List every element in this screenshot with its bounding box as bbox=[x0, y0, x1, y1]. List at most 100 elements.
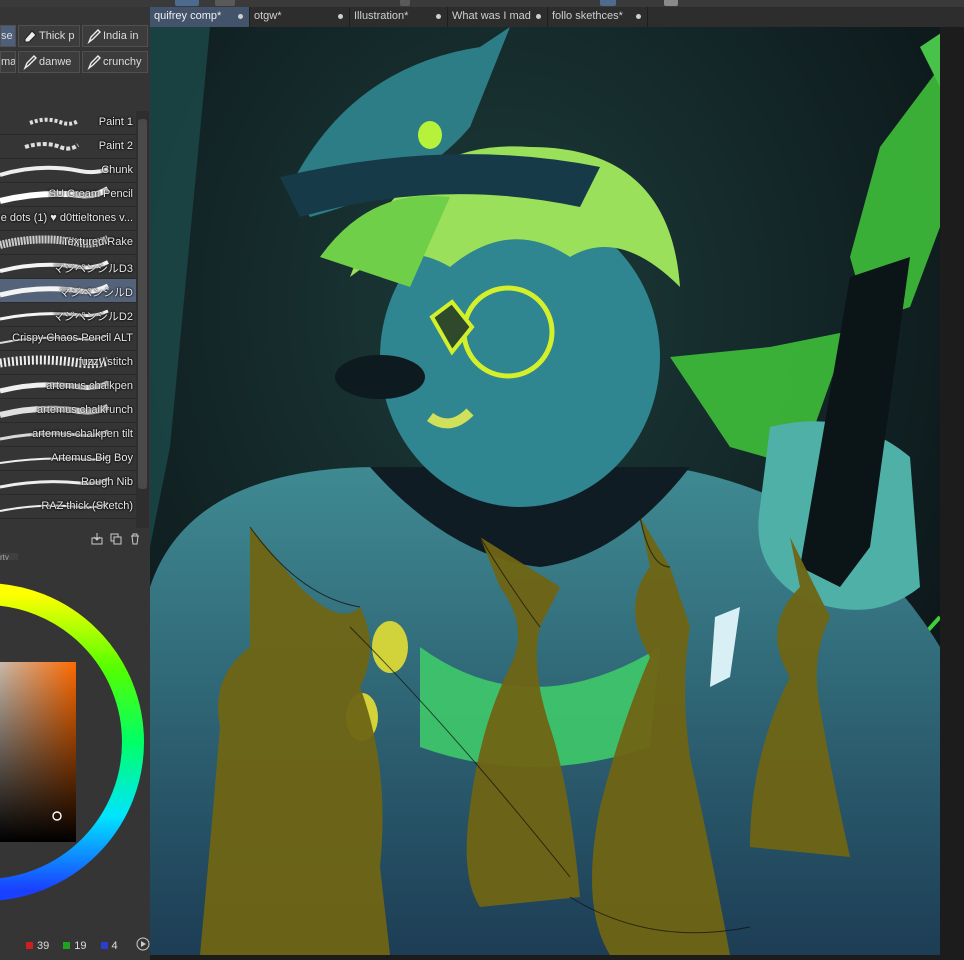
coat-button bbox=[372, 621, 408, 673]
tool-row-2: mai danwe crunchy bbox=[0, 51, 150, 75]
tool-button-label: Thick p bbox=[39, 30, 75, 42]
tab-quifrey-comp[interactable]: quifrey comp* bbox=[150, 7, 250, 27]
document-tabs: quifrey comp* otgw* Illustration* What w… bbox=[150, 7, 964, 27]
pen-icon bbox=[85, 27, 103, 45]
scrollbar-thumb[interactable] bbox=[138, 119, 147, 489]
brush-item[interactable]: マジペンシルD bbox=[0, 279, 136, 303]
toolbar-button-2[interactable] bbox=[215, 0, 235, 6]
brush-list: Paint 1 Paint 2 Chunk SU Cream Pencil e … bbox=[0, 111, 136, 528]
close-dot-icon[interactable] bbox=[338, 14, 343, 19]
tool-button-crunchy[interactable]: crunchy bbox=[82, 51, 148, 73]
brush-item[interactable]: RAZ thick (Sketch) bbox=[0, 495, 136, 519]
tool-button-danwe[interactable]: danwe bbox=[18, 51, 80, 73]
color-panel bbox=[0, 560, 150, 960]
green-swatch bbox=[63, 942, 71, 949]
brush-label: Chunk bbox=[101, 164, 133, 176]
brush-item[interactable]: SU Cream Pencil bbox=[0, 183, 136, 207]
brush-item[interactable]: artemus chalkpen bbox=[0, 375, 136, 399]
close-dot-icon[interactable] bbox=[238, 14, 243, 19]
close-dot-icon[interactable] bbox=[436, 14, 441, 19]
brush-item[interactable]: マジペンシルD3 bbox=[0, 255, 136, 279]
tab-follo-skethces[interactable]: follo skethces* bbox=[548, 7, 648, 27]
trash-icon[interactable] bbox=[128, 532, 142, 546]
brush-item[interactable]: マジペンシルD2 bbox=[0, 303, 136, 327]
eyepatch bbox=[335, 355, 425, 399]
brush-item[interactable]: artemus chalkrunch bbox=[0, 399, 136, 423]
brush-item[interactable]: Artemus Big Boy bbox=[0, 447, 136, 471]
brush-label: artemus chalkpen bbox=[46, 380, 133, 392]
pen-icon bbox=[85, 53, 103, 71]
brush-label: artemus chalkpen tilt bbox=[32, 428, 133, 440]
tool-button-label: crunchy bbox=[103, 56, 142, 68]
tab-what-was-i-mad[interactable]: What was I mad bbox=[448, 7, 548, 27]
brush-item[interactable]: Textured Rake bbox=[0, 231, 136, 255]
duplicate-icon[interactable] bbox=[109, 532, 123, 546]
tab-illustration[interactable]: Illustration* bbox=[350, 7, 448, 27]
color-wheel[interactable] bbox=[0, 560, 150, 930]
drawing-canvas[interactable] bbox=[150, 27, 940, 955]
brush-item[interactable]: Crispy Chaos Pencil ALT bbox=[0, 327, 136, 351]
brush-label: Paint 2 bbox=[98, 140, 133, 152]
tool-button-mai[interactable]: mai bbox=[0, 51, 16, 73]
brush-label: Crispy Chaos Pencil ALT bbox=[12, 332, 133, 344]
brush-item[interactable]: fuzzy stitch bbox=[0, 351, 136, 375]
toolbar-button-4[interactable] bbox=[600, 0, 616, 6]
brush-item[interactable]: Chunk bbox=[0, 159, 136, 183]
tool-button-se[interactable]: se bbox=[0, 25, 16, 47]
brush-label: e dots (1) ♥ d0ttieltones v... bbox=[0, 212, 133, 224]
brush-item[interactable]: Paint 2 bbox=[0, 135, 136, 159]
canvas-right-margin bbox=[940, 27, 964, 960]
brush-label: Paint 1 bbox=[98, 116, 133, 128]
brush-label: Textured Rake bbox=[62, 236, 133, 248]
brush-item[interactable]: Paint 1 bbox=[0, 111, 136, 135]
brush-label: Rough Nib bbox=[81, 476, 133, 488]
import-icon[interactable] bbox=[90, 532, 104, 546]
toolbar-button-3[interactable] bbox=[400, 0, 410, 6]
tab-label: What was I mad bbox=[452, 10, 531, 22]
pen-icon bbox=[21, 53, 39, 71]
tab-label: quifrey comp* bbox=[154, 10, 222, 22]
toolbar-button-1[interactable] bbox=[175, 0, 199, 6]
brush-label: Artemus Big Boy bbox=[51, 452, 133, 464]
red-value[interactable]: 39 bbox=[37, 940, 49, 952]
blue-value[interactable]: 4 bbox=[112, 940, 118, 952]
brush-item[interactable]: artemus chalkpen tilt bbox=[0, 423, 136, 447]
brush-label: artemus chalkrunch bbox=[37, 404, 133, 416]
tool-button-label: danwe bbox=[39, 56, 72, 68]
brush-label: RAZ thick (Sketch) bbox=[41, 500, 133, 512]
brush-list-actions bbox=[90, 532, 142, 546]
tab-label: otgw* bbox=[254, 10, 282, 22]
toolbar-button-5[interactable] bbox=[664, 0, 678, 6]
top-toolbar bbox=[0, 0, 964, 7]
close-dot-icon[interactable] bbox=[536, 14, 541, 19]
tool-button-thick[interactable]: Thick p bbox=[18, 25, 80, 47]
brush-label: マジペンシルD3 bbox=[52, 263, 133, 275]
tool-button-india[interactable]: India in bbox=[82, 25, 148, 47]
brush-label: マジペンシルD2 bbox=[52, 311, 133, 323]
color-values: 39 19 4 bbox=[26, 937, 150, 954]
red-swatch bbox=[26, 942, 33, 949]
tool-button-label: India in bbox=[103, 30, 139, 42]
tool-button-label: se bbox=[1, 30, 13, 42]
tool-row-1: se Thick p India in bbox=[0, 25, 150, 49]
brush-stroke-preview bbox=[24, 142, 80, 151]
brush-list-scrollbar[interactable] bbox=[136, 111, 149, 528]
canvas-bottom-margin bbox=[150, 955, 964, 960]
brush-stroke-preview bbox=[0, 165, 109, 177]
green-value[interactable]: 19 bbox=[74, 940, 86, 952]
brush-item[interactable]: Rough Nib bbox=[0, 471, 136, 495]
tab-otgw[interactable]: otgw* bbox=[250, 7, 350, 27]
brush-stroke-preview bbox=[29, 117, 80, 126]
tab-label: follo skethces* bbox=[552, 10, 623, 22]
brush-label: fuzzy stitch bbox=[78, 356, 133, 368]
brush-item[interactable]: e dots (1) ♥ d0ttieltones v... bbox=[0, 207, 136, 231]
eraser-icon bbox=[21, 27, 39, 45]
tool-button-label: mai bbox=[1, 56, 16, 68]
brush-label: SU Cream Pencil bbox=[48, 188, 133, 200]
play-circle-icon[interactable] bbox=[136, 937, 150, 954]
close-dot-icon[interactable] bbox=[636, 14, 641, 19]
brush-label: マジペンシルD bbox=[59, 287, 133, 299]
blue-swatch bbox=[100, 942, 108, 949]
hat-button bbox=[418, 121, 442, 149]
tab-label: Illustration* bbox=[354, 10, 409, 22]
